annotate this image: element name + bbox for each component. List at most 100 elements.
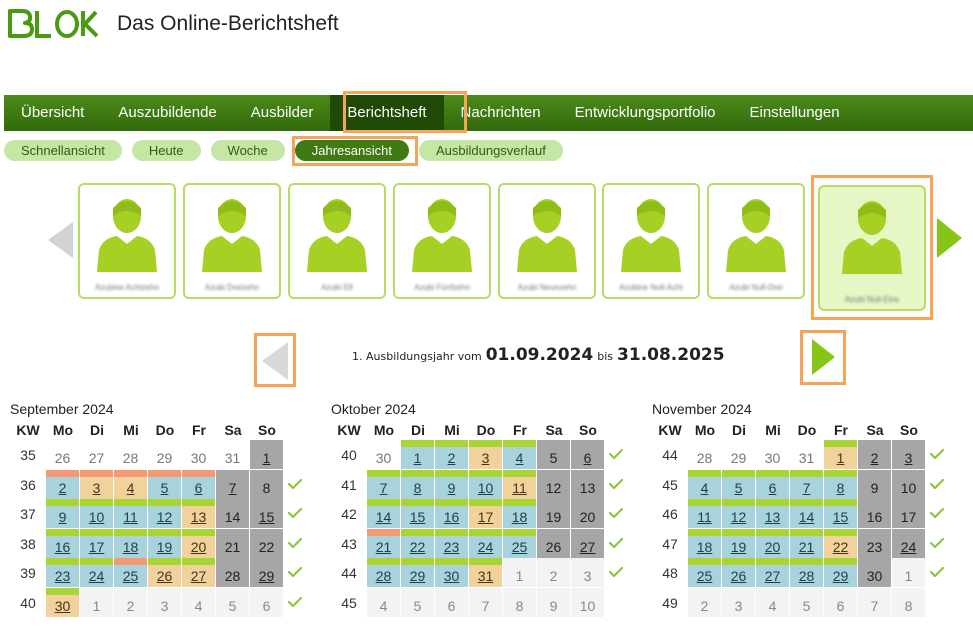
- calendar-day[interactable]: 23: [46, 558, 79, 588]
- calendar-day[interactable]: 5: [790, 587, 823, 617]
- calendar-day[interactable]: 24: [892, 528, 925, 558]
- calendar-day[interactable]: 7: [469, 587, 502, 617]
- calendar-day[interactable]: 19: [722, 528, 755, 558]
- calendar-day[interactable]: 15: [824, 499, 857, 529]
- calendar-day[interactable]: 14: [367, 499, 400, 529]
- calendar-day[interactable]: 9: [537, 587, 570, 617]
- calendar-day[interactable]: 31: [469, 558, 502, 588]
- calendar-day[interactable]: 20: [756, 528, 789, 558]
- trainee-card[interactable]: Azubi Fünfzehn: [393, 183, 491, 299]
- calendar-day[interactable]: 27: [756, 558, 789, 588]
- calendar-day[interactable]: 30: [435, 558, 468, 588]
- calendar-day[interactable]: 8: [401, 469, 434, 499]
- calendar-day[interactable]: 29: [722, 440, 755, 469]
- week-number[interactable]: 48: [652, 558, 688, 588]
- calendar-day[interactable]: 6: [824, 587, 857, 617]
- calendar-day[interactable]: 1: [250, 440, 283, 469]
- calendar-day[interactable]: 15: [250, 499, 283, 529]
- calendar-day[interactable]: 6: [182, 469, 215, 499]
- calendar-day[interactable]: 12: [537, 469, 570, 499]
- calendar-day[interactable]: 13: [571, 469, 604, 499]
- calendar-day[interactable]: 30: [756, 440, 789, 469]
- calendar-day[interactable]: 7: [216, 469, 249, 499]
- calendar-day[interactable]: 28: [688, 440, 721, 469]
- calendar-day[interactable]: 27: [182, 558, 215, 588]
- calendar-day[interactable]: 16: [46, 528, 79, 558]
- calendar-day[interactable]: 20: [182, 528, 215, 558]
- week-number[interactable]: 49: [652, 588, 688, 618]
- calendar-day[interactable]: 28: [367, 558, 400, 588]
- calendar-day[interactable]: 6: [756, 469, 789, 499]
- calendar-day[interactable]: 2: [114, 587, 147, 617]
- calendar-day[interactable]: 7: [367, 469, 400, 499]
- week-number[interactable]: 47: [652, 529, 688, 559]
- calendar-day[interactable]: 12: [148, 499, 181, 529]
- calendar-day[interactable]: 26: [148, 558, 181, 588]
- calendar-day[interactable]: 4: [756, 587, 789, 617]
- calendar-day[interactable]: 29: [401, 558, 434, 588]
- calendar-day[interactable]: 5: [148, 469, 181, 499]
- nav-item-ausbilder[interactable]: Ausbilder: [234, 95, 331, 131]
- calendar-day[interactable]: 7: [790, 469, 823, 499]
- calendar-day[interactable]: 2: [435, 440, 468, 469]
- calendar-day[interactable]: 3: [80, 469, 113, 499]
- calendar-day[interactable]: 22: [250, 528, 283, 558]
- calendar-day[interactable]: 4: [367, 587, 400, 617]
- calendar-day[interactable]: 21: [216, 528, 249, 558]
- calendar-day[interactable]: 19: [148, 528, 181, 558]
- calendar-day[interactable]: 23: [858, 528, 891, 558]
- week-number[interactable]: 39: [10, 558, 46, 588]
- calendar-day[interactable]: 26: [46, 440, 79, 469]
- trainee-card[interactable]: Azubine Achtzehn: [78, 183, 176, 299]
- calendar-day[interactable]: 1: [824, 440, 857, 469]
- calendar-day[interactable]: 30: [858, 558, 891, 588]
- nav-item--bersicht[interactable]: Übersicht: [4, 95, 101, 131]
- week-number[interactable]: 44: [652, 440, 688, 470]
- year-prev-arrow[interactable]: [262, 342, 288, 380]
- calendar-day[interactable]: 2: [46, 469, 79, 499]
- calendar-day[interactable]: 12: [722, 499, 755, 529]
- year-next-arrow[interactable]: [812, 339, 835, 375]
- calendar-day[interactable]: 15: [401, 499, 434, 529]
- calendar-day[interactable]: 10: [80, 499, 113, 529]
- calendar-day[interactable]: 1: [503, 558, 536, 588]
- calendar-day[interactable]: 11: [688, 499, 721, 529]
- calendar-day[interactable]: 28: [790, 558, 823, 588]
- calendar-day[interactable]: 14: [216, 499, 249, 529]
- calendar-day[interactable]: 21: [790, 528, 823, 558]
- subnav-woche[interactable]: Woche: [210, 140, 285, 161]
- calendar-day[interactable]: 27: [80, 440, 113, 469]
- subnav-jahresansicht[interactable]: Jahresansicht: [294, 140, 409, 161]
- week-number[interactable]: 46: [652, 499, 688, 529]
- calendar-day[interactable]: 25: [114, 558, 147, 588]
- week-number[interactable]: 44: [331, 558, 367, 588]
- week-number[interactable]: 45: [652, 470, 688, 500]
- calendar-day[interactable]: 7: [858, 587, 891, 617]
- calendar-day[interactable]: 3: [892, 440, 925, 469]
- calendar-day[interactable]: 26: [537, 528, 570, 558]
- calendar-day[interactable]: 11: [114, 499, 147, 529]
- calendar-day[interactable]: 1: [80, 587, 113, 617]
- calendar-day[interactable]: 8: [503, 587, 536, 617]
- calendar-day[interactable]: 16: [858, 499, 891, 529]
- calendar-day[interactable]: 2: [858, 440, 891, 469]
- calendar-day[interactable]: 30: [367, 440, 400, 469]
- calendar-day[interactable]: 17: [469, 499, 502, 529]
- week-number[interactable]: 45: [331, 588, 367, 618]
- calendar-day[interactable]: 13: [182, 499, 215, 529]
- nav-item-auszubildende[interactable]: Auszubildende: [101, 95, 233, 131]
- calendar-day[interactable]: 13: [756, 499, 789, 529]
- calendar-day[interactable]: 30: [46, 587, 79, 617]
- calendar-day[interactable]: 20: [571, 499, 604, 529]
- calendar-day[interactable]: 10: [469, 469, 502, 499]
- calendar-day[interactable]: 31: [790, 440, 823, 469]
- nav-item-nachrichten[interactable]: Nachrichten: [444, 95, 558, 131]
- calendar-day[interactable]: 22: [401, 528, 434, 558]
- week-number[interactable]: 36: [10, 470, 46, 500]
- nav-item-einstellungen[interactable]: Einstellungen: [733, 95, 857, 131]
- calendar-day[interactable]: 19: [537, 499, 570, 529]
- trainee-card[interactable]: Azubi Elf: [288, 183, 386, 299]
- calendar-day[interactable]: 29: [250, 558, 283, 588]
- trainee-card[interactable]: Azubi Null-Eins: [818, 185, 926, 311]
- calendar-day[interactable]: 27: [571, 528, 604, 558]
